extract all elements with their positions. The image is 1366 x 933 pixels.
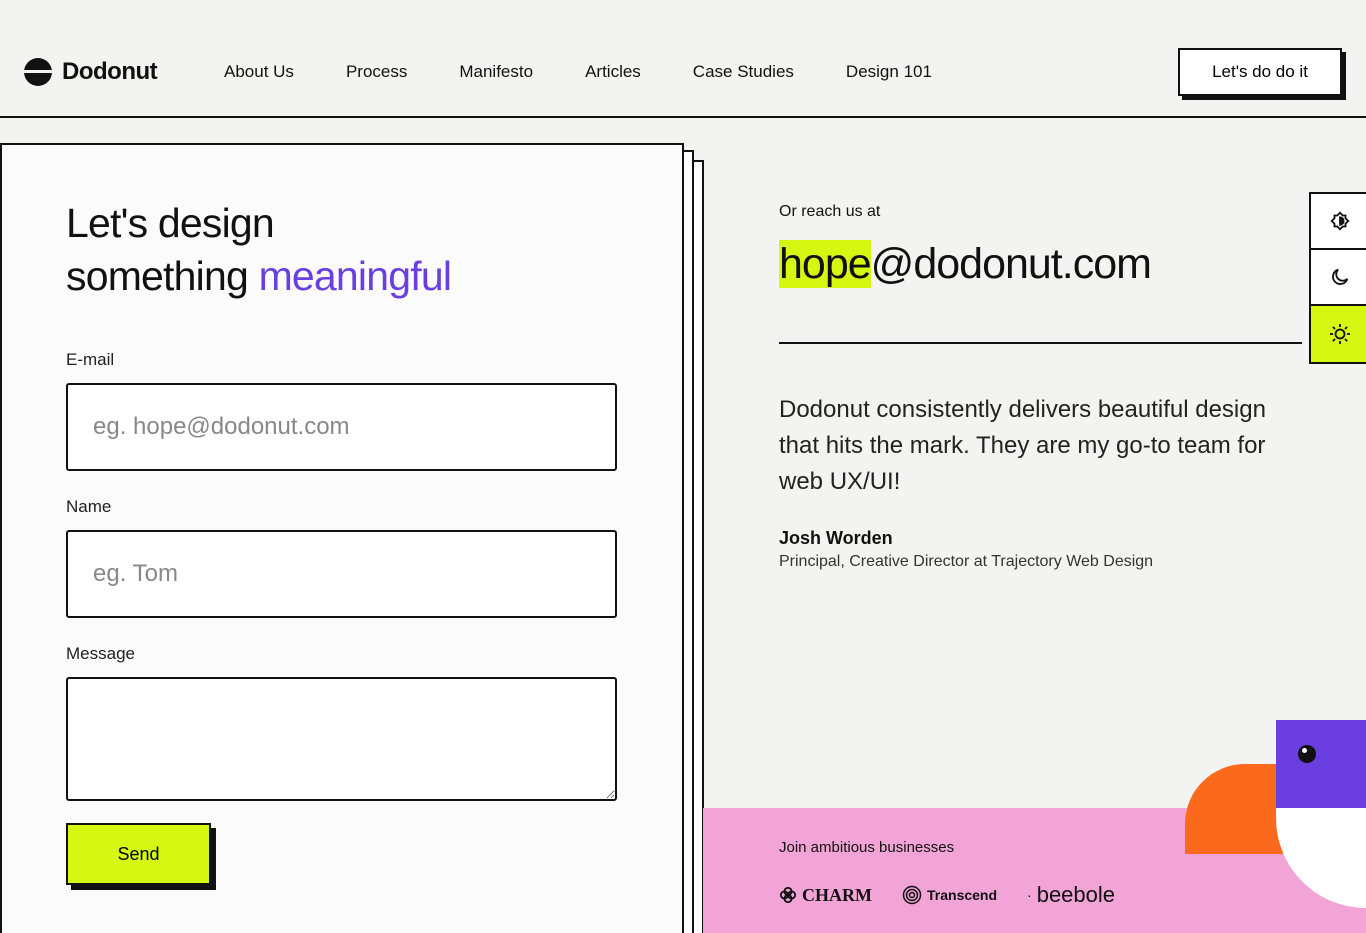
main-nav: About Us Process Manifesto Articles Case… — [224, 62, 984, 82]
logo[interactable]: Dodonut — [24, 58, 158, 86]
sun-icon — [1330, 324, 1350, 344]
email-label: E-mail — [66, 350, 115, 369]
testimonial-author-role: Principal, Creative Director at Trajecto… — [779, 553, 1154, 570]
email-rest: @dodonut.com — [870, 240, 1152, 288]
brand-beebole: · beebole — [1027, 882, 1115, 908]
dark-theme-button[interactable] — [1311, 250, 1366, 306]
name-label: Name — [66, 497, 112, 516]
brand-charm: CHARM — [779, 885, 872, 906]
contrast-theme-button[interactable] — [1311, 194, 1366, 250]
nav-item-process[interactable]: Process — [346, 62, 407, 82]
divider — [779, 342, 1302, 344]
lets-do-it-button[interactable]: Let's do do it — [1178, 48, 1342, 96]
logo-icon — [24, 58, 52, 86]
nav-item-articles[interactable]: Articles — [585, 62, 641, 82]
heading-line2: something — [66, 253, 249, 299]
charm-icon — [779, 886, 797, 904]
decorative-eye-icon — [1298, 745, 1316, 763]
charm-name: CHARM — [802, 884, 872, 905]
send-button[interactable]: Send — [66, 823, 211, 885]
contrast-icon — [1330, 211, 1350, 231]
nav-item-design-101[interactable]: Design 101 — [846, 62, 932, 82]
transcend-name: Transcend — [927, 887, 998, 903]
email-highlight: hope — [779, 240, 872, 288]
light-theme-button[interactable] — [1311, 306, 1366, 362]
name-field[interactable] — [66, 530, 617, 618]
nav-item-about-us[interactable]: About Us — [224, 62, 294, 82]
message-label: Message — [66, 644, 135, 663]
decorative-purple-shape — [1276, 720, 1366, 810]
beebole-name: beebole — [1036, 882, 1116, 907]
brand-logos: CHARM Transcend · beebole — [779, 882, 1115, 908]
site-header: Dodonut About Us Process Manifesto Artic… — [0, 0, 1366, 118]
theme-switcher — [1309, 192, 1366, 364]
form-heading: Let's design something meaningful — [66, 197, 452, 303]
brand-transcend: Transcend — [902, 885, 997, 905]
banner-title: Join ambitious businesses — [779, 839, 955, 856]
contact-email-link[interactable]: hope@dodonut.com — [779, 240, 1152, 289]
message-field[interactable] — [66, 677, 617, 801]
beebole-mark: · — [1027, 887, 1032, 903]
logo-text: Dodonut — [62, 58, 158, 85]
heading-line1: Let's design — [66, 200, 275, 246]
testimonial-author: Josh Worden — [779, 528, 893, 548]
testimonial-quote: Dodonut consistently delivers beautiful … — [779, 396, 1266, 495]
nav-item-manifesto[interactable]: Manifesto — [459, 62, 533, 82]
email-field[interactable] — [66, 383, 617, 471]
transcend-icon — [902, 885, 922, 905]
nav-item-case-studies[interactable]: Case Studies — [693, 62, 794, 82]
contact-form-card: Let's design something meaningful E-mail… — [0, 143, 684, 933]
moon-icon — [1332, 268, 1349, 285]
reach-label: Or reach us at — [779, 203, 881, 220]
heading-accent: meaningful — [258, 253, 452, 299]
